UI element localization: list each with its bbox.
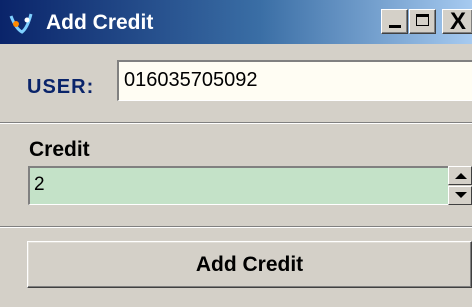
user-input[interactable]: 016035705092: [117, 60, 472, 101]
minimize-icon: [389, 25, 401, 28]
minimize-button[interactable]: [381, 9, 408, 34]
close-button[interactable]: X: [442, 9, 472, 34]
user-label: USER:: [27, 76, 95, 98]
add-credit-button[interactable]: Add Credit: [27, 241, 472, 288]
app-logo-icon: [9, 13, 33, 34]
divider: [0, 122, 472, 124]
credit-input[interactable]: 2: [28, 166, 448, 205]
spin-down-button[interactable]: [448, 186, 472, 205]
title-bar[interactable]: Add Credit X: [0, 0, 472, 44]
window-title: Add Credit: [46, 11, 154, 34]
credit-label: Credit: [29, 138, 90, 161]
arrow-up-icon: [455, 173, 467, 179]
divider: [0, 226, 472, 228]
close-icon: X: [449, 8, 466, 35]
spin-up-button[interactable]: [448, 166, 472, 185]
maximize-button[interactable]: [409, 9, 436, 34]
arrow-down-icon: [455, 192, 467, 198]
credit-spinner[interactable]: [448, 166, 472, 205]
maximize-icon: [416, 14, 429, 26]
